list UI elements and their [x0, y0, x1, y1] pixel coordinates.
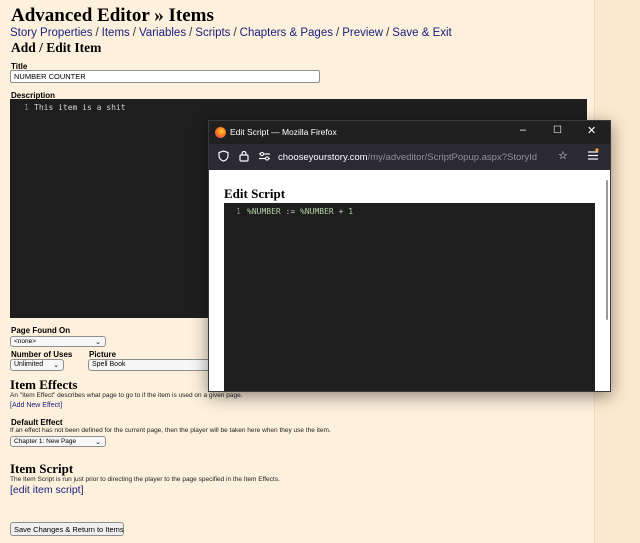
- nav-variables[interactable]: Variables: [139, 27, 186, 39]
- picture-select[interactable]: Spell Book: [88, 359, 218, 371]
- chevron-down-icon: ⌄: [95, 339, 101, 346]
- item-effects-heading: Item Effects: [10, 377, 78, 392]
- popup-scrollbar[interactable]: [606, 180, 608, 320]
- script-code: %NUMBER := %NUMBER + 1: [247, 207, 353, 216]
- editor-nav: Story Properties / Items / Variables / Scripts…: [10, 27, 452, 39]
- number-of-uses-select[interactable]: Unlimited ⌄: [10, 359, 64, 371]
- nav-scripts[interactable]: Scripts: [195, 27, 230, 39]
- maximize-icon[interactable]: ☐: [553, 125, 562, 136]
- edit-script-popup-window: Edit Script — Mozilla Firefox – ☐ ✕ choo…: [208, 120, 611, 392]
- firefox-logo-icon: [215, 127, 226, 138]
- section-subtitle: Add / Edit Item: [11, 40, 102, 55]
- chevron-down-icon: ⌄: [95, 439, 101, 446]
- item-script-heading: Item Script: [10, 461, 74, 476]
- page-title: Advanced Editor » Items: [11, 5, 214, 26]
- code-operator: :=: [285, 207, 296, 216]
- popup-window-title: Edit Script — Mozilla Firefox: [230, 127, 337, 137]
- line-number: 1: [236, 207, 241, 216]
- permissions-icon[interactable]: [258, 151, 271, 164]
- line-number: 1: [24, 103, 29, 112]
- chevron-down-icon: ⌄: [53, 362, 59, 369]
- nav-separator: /: [233, 27, 237, 39]
- close-icon[interactable]: ✕: [587, 124, 596, 137]
- default-effect-value: Chapter 1: New Page: [14, 438, 77, 445]
- lock-icon[interactable]: [239, 150, 249, 165]
- nav-items[interactable]: Items: [102, 27, 130, 39]
- description-code: This item is a shit: [34, 103, 126, 112]
- script-editor[interactable]: 1 %NUMBER := %NUMBER + 1: [224, 203, 595, 391]
- nav-separator: /: [335, 27, 340, 39]
- number-of-uses-value: Unlimited: [14, 361, 44, 368]
- add-new-effect-link[interactable]: [Add New Effect]: [10, 402, 62, 409]
- nav-chapters-pages[interactable]: Chapters & Pages: [240, 27, 333, 39]
- popup-url-bar[interactable]: chooseyourstory.com/my/adveditor/ScriptP…: [209, 144, 610, 170]
- page-found-on-label: Page Found On: [11, 326, 71, 335]
- code-operator: +: [338, 207, 344, 216]
- edit-script-heading: Edit Script: [224, 186, 286, 201]
- code-variable: %NUMBER: [300, 207, 334, 216]
- item-effects-description: An "Item Effect" describes what page to …: [10, 392, 243, 399]
- menu-icon[interactable]: [587, 148, 599, 165]
- page-found-on-select[interactable]: <none> ⌄: [10, 336, 106, 347]
- nav-separator: /: [386, 27, 390, 39]
- code-variable: %NUMBER: [247, 207, 281, 216]
- nav-separator: /: [95, 27, 99, 39]
- save-changes-button[interactable]: Save Changes & Return to Items: [10, 522, 124, 536]
- minimize-icon[interactable]: –: [520, 124, 526, 136]
- default-effect-label: Default Effect: [11, 418, 63, 427]
- title-input[interactable]: NUMBER COUNTER: [10, 70, 320, 83]
- nav-separator: /: [132, 27, 136, 39]
- nav-save-exit[interactable]: Save & Exit: [392, 27, 451, 39]
- default-effect-description: If an effect has not been defined for th…: [10, 427, 331, 434]
- url-path: /my/adveditor/ScriptPopup.aspx?StoryId: [367, 152, 538, 163]
- picture-label: Picture: [89, 350, 117, 359]
- nav-preview[interactable]: Preview: [342, 27, 383, 39]
- code-number: 1: [348, 207, 354, 216]
- url-domain: chooseyourstory.com: [278, 152, 368, 163]
- popup-titlebar[interactable]: Edit Script — Mozilla Firefox – ☐ ✕: [209, 121, 610, 144]
- popup-url-text[interactable]: chooseyourstory.com/my/adveditor/ScriptP…: [278, 152, 558, 163]
- shield-icon[interactable]: [218, 150, 229, 165]
- popup-content: Edit Script 1 %NUMBER := %NUMBER + 1: [209, 170, 610, 391]
- nav-separator: /: [189, 27, 193, 39]
- nav-story-properties[interactable]: Story Properties: [10, 27, 92, 39]
- edit-item-script-link[interactable]: [edit item script]: [10, 484, 84, 496]
- number-of-uses-label: Number of Uses: [11, 350, 73, 359]
- bookmark-star-icon[interactable]: ☆: [558, 149, 568, 162]
- page-found-on-value: <none>: [14, 338, 37, 345]
- default-effect-select[interactable]: Chapter 1: New Page ⌄: [10, 436, 106, 447]
- picture-value: Spell Book: [92, 361, 126, 368]
- item-script-description: The Item Script is run just prior to dir…: [10, 476, 280, 483]
